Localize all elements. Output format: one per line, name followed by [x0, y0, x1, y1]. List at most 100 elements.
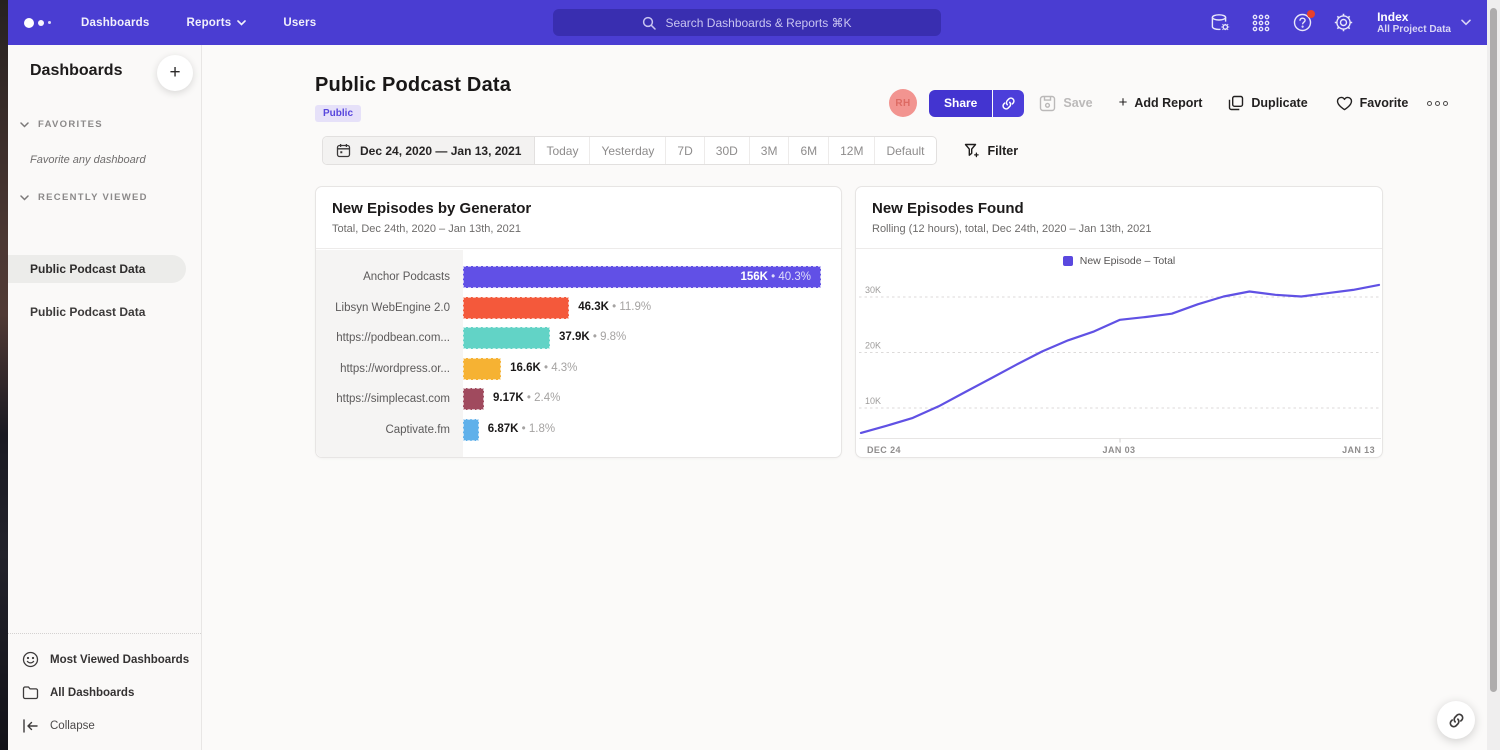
- chevron-down-icon: [20, 195, 29, 201]
- chevron-down-icon: [237, 20, 246, 26]
- footer-item-label: Collapse: [50, 720, 95, 732]
- public-badge: Public: [315, 105, 361, 122]
- footer-item-label: All Dashboards: [50, 687, 134, 699]
- preset-3m[interactable]: 3M: [750, 137, 790, 164]
- favorite-label: Favorite: [1360, 96, 1409, 110]
- line-plot[interactable]: 30K20K10K: [859, 271, 1381, 443]
- bar-category-label: https://wordpress.or...: [316, 363, 463, 375]
- notification-dot: [1307, 10, 1315, 18]
- y-tick-label: 10K: [865, 396, 881, 406]
- search-input[interactable]: Search Dashboards & Reports ⌘K: [553, 9, 941, 36]
- help-icon[interactable]: [1291, 12, 1313, 34]
- most-viewed-dashboards-button[interactable]: Most Viewed Dashboards: [8, 643, 201, 676]
- save-button[interactable]: Save: [1039, 95, 1092, 112]
- nav-item-dashboards[interactable]: Dashboards: [81, 17, 149, 29]
- nav-item-label: Reports: [186, 17, 231, 29]
- sidebar-section-favorites[interactable]: FAVORITES: [8, 119, 201, 130]
- bar-5[interactable]: [463, 388, 484, 410]
- date-range-picker[interactable]: Dec 24, 2020 — Jan 13, 2021: [323, 137, 535, 164]
- header-actions: RH Share Save + Add Report Duplicate Fav…: [889, 89, 1448, 117]
- preset-12m[interactable]: 12M: [829, 137, 875, 164]
- bar-2[interactable]: [463, 297, 569, 319]
- filter-funnel-icon: [964, 143, 980, 159]
- scrollbar-track[interactable]: [1487, 0, 1500, 750]
- preset-yesterday[interactable]: Yesterday: [590, 137, 666, 164]
- data-sources-icon[interactable]: [1209, 12, 1231, 34]
- section-label: RECENTLY VIEWED: [38, 192, 148, 203]
- bar-zone: 46.3K • 11.9%: [463, 297, 841, 319]
- card-header: New Episodes Found Rolling (12 hours), t…: [856, 187, 1382, 249]
- sidebar-item-label: Public Podcast Data: [30, 305, 145, 319]
- chart-legend[interactable]: New Episode – Total: [856, 255, 1382, 267]
- nav-right-cluster: Index All Project Data: [1209, 0, 1471, 45]
- preset-default[interactable]: Default: [875, 137, 935, 164]
- bar-row: Anchor Podcasts 156K • 40.3%: [316, 262, 841, 293]
- search-placeholder: Search Dashboards & Reports ⌘K: [665, 16, 851, 30]
- nav-item-reports[interactable]: Reports: [186, 17, 246, 29]
- nav-item-label: Users: [283, 17, 316, 29]
- favorite-button[interactable]: Favorite: [1336, 96, 1409, 111]
- app-logo-icon[interactable]: [24, 18, 51, 28]
- preset-7d[interactable]: 7D: [666, 137, 704, 164]
- bar-category-label: Anchor Podcasts: [316, 271, 463, 283]
- duplicate-label: Duplicate: [1251, 96, 1307, 110]
- bar-value-label: 9.17K • 2.4%: [493, 392, 560, 404]
- bar-value-label: 37.9K • 9.8%: [559, 331, 626, 343]
- x-tick-label: DEC 24: [867, 445, 901, 455]
- collapse-icon: [22, 719, 39, 733]
- chart-title: New Episodes Found: [872, 200, 1366, 217]
- bar-value-label: 156K • 40.3%: [740, 271, 811, 283]
- calendar-icon: [336, 143, 351, 158]
- filter-button[interactable]: Filter: [964, 143, 1019, 159]
- chevron-down-icon: [1461, 19, 1471, 26]
- all-dashboards-button[interactable]: All Dashboards: [8, 676, 201, 709]
- chart-subtitle: Rolling (12 hours), total, Dec 24th, 202…: [872, 223, 1366, 235]
- legend-label: New Episode – Total: [1080, 255, 1176, 267]
- chevron-down-icon: [20, 122, 29, 128]
- bar-value-label: 16.6K • 4.3%: [510, 362, 577, 374]
- bar-category-label: https://simplecast.com: [316, 393, 463, 405]
- add-dashboard-button[interactable]: +: [157, 55, 193, 91]
- scrollbar-thumb[interactable]: [1490, 8, 1497, 692]
- preset-30d[interactable]: 30D: [705, 137, 750, 164]
- preset-6m[interactable]: 6M: [789, 137, 829, 164]
- bar-zone: 6.87K • 1.8%: [463, 419, 841, 441]
- search-icon: [642, 16, 656, 30]
- bar-zone: 37.9K • 9.8%: [463, 327, 841, 349]
- bar-6[interactable]: [463, 419, 479, 441]
- chart-subtitle: Total, Dec 24th, 2020 – Jan 13th, 2021: [332, 223, 825, 235]
- nav-item-users[interactable]: Users: [283, 17, 316, 29]
- bar-3[interactable]: [463, 327, 550, 349]
- smiley-icon: [22, 651, 39, 668]
- bar-zone: 9.17K • 2.4%: [463, 388, 841, 410]
- save-icon: [1039, 95, 1056, 112]
- copy-link-floating-button[interactable]: [1437, 701, 1475, 739]
- share-link-button[interactable]: [993, 90, 1024, 117]
- duplicate-button[interactable]: Duplicate: [1228, 95, 1307, 111]
- sidebar-item-public-podcast-data[interactable]: Public Podcast Data: [8, 255, 186, 283]
- card-new-episodes-by-generator: New Episodes by Generator Total, Dec 24t…: [315, 186, 842, 458]
- add-report-button[interactable]: + Add Report: [1119, 96, 1203, 110]
- bar-value-label: 46.3K • 11.9%: [578, 301, 651, 313]
- preset-today[interactable]: Today: [535, 137, 590, 164]
- bar-4[interactable]: [463, 358, 501, 380]
- heart-icon: [1336, 96, 1353, 111]
- series-line-new-episode-total[interactable]: [861, 285, 1379, 433]
- sidebar-section-recently-viewed[interactable]: RECENTLY VIEWED: [8, 192, 201, 203]
- more-options-button[interactable]: [1427, 101, 1448, 106]
- sidebar: Dashboards + FAVORITES Favorite any dash…: [8, 45, 202, 750]
- apps-grid-icon[interactable]: [1250, 12, 1272, 34]
- share-button[interactable]: Share: [929, 90, 992, 117]
- collapse-sidebar-button[interactable]: Collapse: [8, 709, 201, 742]
- bar-row: Captivate.fm6.87K • 1.8%: [316, 415, 841, 446]
- x-tick-label: JAN 13: [1342, 445, 1375, 455]
- bar-1[interactable]: 156K • 40.3%: [463, 266, 821, 288]
- project-switcher[interactable]: Index All Project Data: [1377, 10, 1471, 36]
- sidebar-item-public-podcast-data-created[interactable]: Public Podcast Data: [8, 305, 201, 319]
- settings-gear-icon[interactable]: [1332, 12, 1354, 34]
- bar-rows: Anchor Podcasts156K • 40.3%Libsyn WebEng…: [316, 262, 841, 445]
- bar-row: https://podbean.com...37.9K • 9.8%: [316, 323, 841, 354]
- project-name: Index: [1377, 10, 1451, 24]
- sidebar-item-label: Public Podcast Data: [8, 262, 145, 276]
- avatar[interactable]: RH: [889, 89, 917, 117]
